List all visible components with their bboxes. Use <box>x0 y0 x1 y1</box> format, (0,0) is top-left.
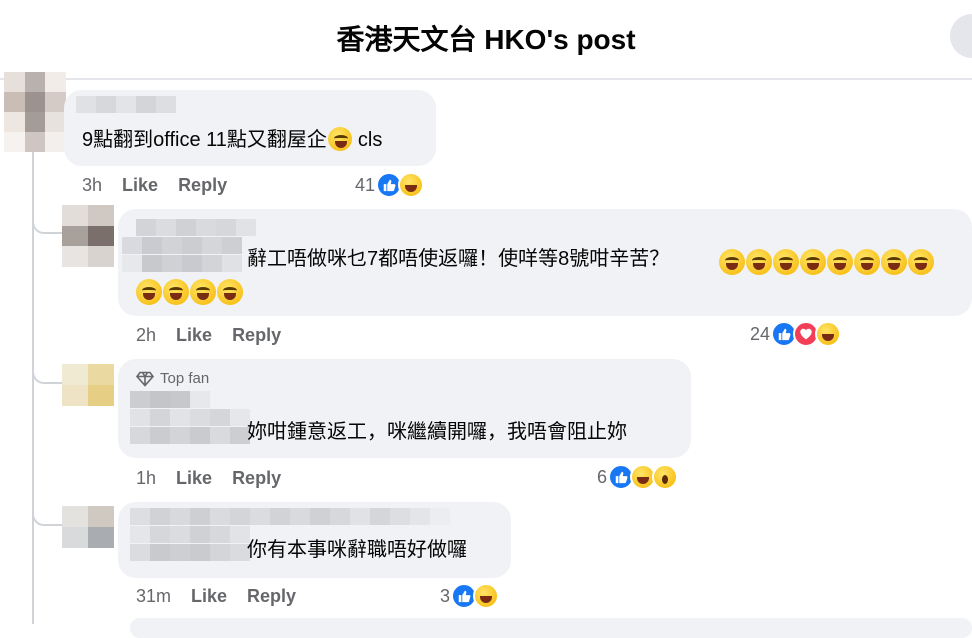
blurred-username[interactable] <box>130 391 210 408</box>
laughing-emoji-icon <box>854 249 880 275</box>
blurred-username <box>130 427 250 444</box>
blurred-username <box>130 526 250 543</box>
reply-button[interactable]: Reply <box>232 468 281 489</box>
comment-bubble: Top fan 妳咁鍾意返工，咪繼續開囉，我唔會阻止妳 <box>118 359 691 458</box>
reaction-summary[interactable]: 24 <box>750 321 842 347</box>
comment-actions: 31m Like Reply <box>136 586 296 607</box>
comment-bubble: 辭工唔做咪乜7都唔使返囉！使咩等8號咁辛苦？ <box>118 209 972 316</box>
blurred-username <box>122 237 242 254</box>
reply-button[interactable]: Reply <box>178 175 227 196</box>
comment-text: 9點翻到office 11點又翻屋企 cls <box>82 127 383 151</box>
blurred-username <box>122 255 242 272</box>
comment-text: 你有本事咪辭職唔好做囉 <box>247 539 467 561</box>
reaction-count: 3 <box>440 585 451 606</box>
laughing-emoji-icon <box>827 249 853 275</box>
blurred-username[interactable] <box>136 219 256 236</box>
comment-text: 辭工唔做咪乜7都唔使返囉！使咩等8號咁辛苦？ <box>247 248 670 270</box>
laughing-emoji-icon <box>800 249 826 275</box>
reaction-summary[interactable]: 3 <box>440 583 500 609</box>
laughing-emoji-icon <box>881 249 907 275</box>
reaction-summary[interactable]: 41 <box>355 172 425 198</box>
reply-button[interactable]: Reply <box>247 586 296 607</box>
laughing-emoji-icon <box>327 127 352 151</box>
laughing-emoji-icon <box>163 279 189 305</box>
wow-icon <box>652 464 679 490</box>
haha-icon <box>815 321 842 347</box>
comment-bubble: 9點翻到office 11點又翻屋企 cls <box>64 90 436 166</box>
reply-button[interactable]: Reply <box>232 325 281 346</box>
top-fan-badge: Top fan <box>136 370 209 387</box>
thread-connector <box>32 368 62 384</box>
comment-time[interactable]: 31m <box>136 586 171 607</box>
comment-actions: 3h Like Reply <box>82 175 227 196</box>
comment-text: 妳咁鍾意返工，咪繼續開囉，我唔會阻止妳 <box>247 421 627 443</box>
avatar[interactable] <box>62 506 114 548</box>
like-button[interactable]: Like <box>191 586 227 607</box>
emoji-row <box>719 249 934 275</box>
page-title: 香港天文台 HKO's post <box>336 24 636 55</box>
thread-connector <box>32 218 62 234</box>
laughing-emoji-icon <box>908 249 934 275</box>
blurred-username <box>130 409 250 426</box>
comment-time[interactable]: 1h <box>136 468 156 489</box>
post-header: 香港天文台 HKO's post <box>0 0 972 80</box>
like-button[interactable]: Like <box>176 325 212 346</box>
emoji-row <box>136 279 243 305</box>
laughing-emoji-icon <box>136 279 162 305</box>
like-button[interactable]: Like <box>176 468 212 489</box>
reaction-count: 24 <box>750 323 771 344</box>
thread-connector <box>32 510 62 526</box>
reaction-summary[interactable]: 6 <box>597 464 679 490</box>
laughing-emoji-icon <box>719 249 745 275</box>
blurred-username[interactable] <box>76 96 176 113</box>
diamond-icon <box>136 371 154 387</box>
comment-actions: 1h Like Reply <box>136 468 281 489</box>
laughing-emoji-icon <box>190 279 216 305</box>
laughing-emoji-icon <box>746 249 772 275</box>
comment-bubble: 你有本事咪辭職唔好做囉 <box>118 502 511 578</box>
comment-time[interactable]: 3h <box>82 175 102 196</box>
like-button[interactable]: Like <box>122 175 158 196</box>
comment-actions: 2h Like Reply <box>136 325 281 346</box>
avatar[interactable] <box>62 205 114 267</box>
laughing-emoji-icon <box>217 279 243 305</box>
reaction-count: 41 <box>355 174 376 195</box>
reaction-count: 6 <box>597 466 608 487</box>
avatar[interactable] <box>62 364 114 406</box>
haha-icon <box>473 583 500 609</box>
blurred-username[interactable] <box>130 508 450 525</box>
comment-bubble <box>130 618 972 638</box>
laughing-emoji-icon <box>773 249 799 275</box>
haha-icon <box>398 172 425 198</box>
blurred-username <box>130 544 250 561</box>
avatar[interactable] <box>4 72 66 152</box>
comment-time[interactable]: 2h <box>136 325 156 346</box>
